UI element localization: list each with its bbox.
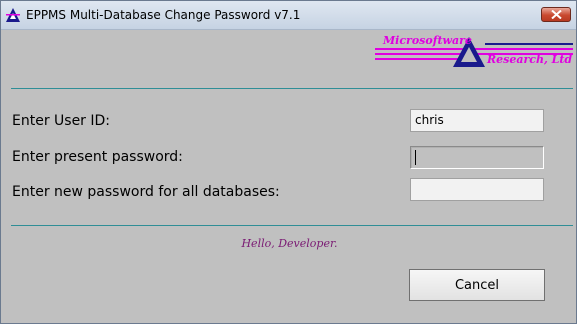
present-password-field[interactable] [410, 146, 544, 169]
close-button[interactable] [541, 7, 571, 22]
top-divider [11, 88, 573, 89]
logo-line-1: Microsoftware [382, 34, 472, 47]
title-bar[interactable]: EPPMS Multi-Database Change Password v7.… [1, 1, 576, 30]
new-password-field[interactable] [410, 178, 544, 201]
company-logo: Microsoftware Research, Ltd [375, 34, 573, 67]
bottom-divider [11, 225, 573, 226]
logo-line-2: Research, Ltd [486, 53, 572, 66]
text-cursor [415, 150, 416, 165]
cancel-button[interactable]: Cancel [409, 269, 545, 301]
change-password-window: EPPMS Multi-Database Change Password v7.… [0, 0, 577, 324]
user-id-label: Enter User ID: [12, 113, 111, 129]
greeting-text: Hello, Developer. [241, 237, 338, 250]
present-password-label: Enter present password: [12, 149, 183, 165]
new-password-label: Enter new password for all databases: [12, 184, 280, 200]
app-logo-icon [6, 8, 20, 22]
window-title: EPPMS Multi-Database Change Password v7.… [26, 8, 301, 22]
close-icon [551, 10, 562, 19]
user-id-field[interactable]: chris [410, 109, 544, 132]
